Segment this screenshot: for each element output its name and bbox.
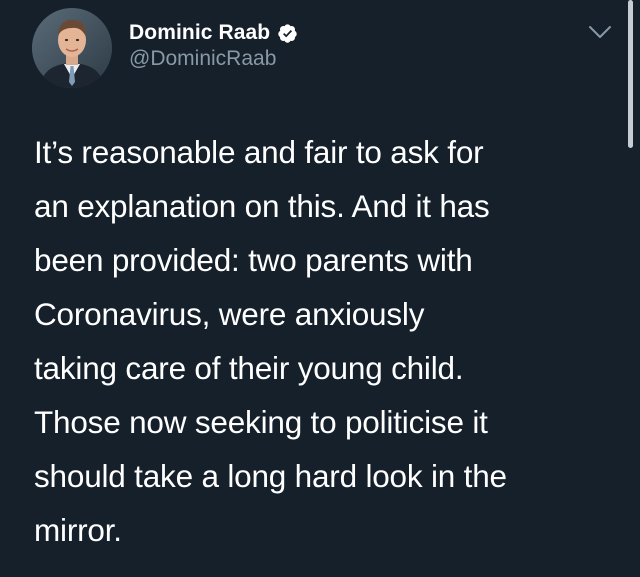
avatar[interactable]	[32, 8, 112, 88]
author-name-row[interactable]: Dominic Raab	[129, 20, 298, 46]
author-handle[interactable]: @DominicRaab	[129, 47, 276, 71]
scrollbar[interactable]	[628, 0, 633, 148]
tweet-card: Dominic Raab @DominicRaab It’s reasonabl…	[0, 0, 640, 577]
chevron-down-icon[interactable]	[587, 19, 613, 45]
author-display-name[interactable]: Dominic Raab	[129, 21, 270, 45]
profile-photo	[32, 8, 112, 88]
verified-badge-icon	[277, 23, 298, 44]
tweet-text: It’s reasonable and fair to ask for an e…	[34, 134, 507, 548]
